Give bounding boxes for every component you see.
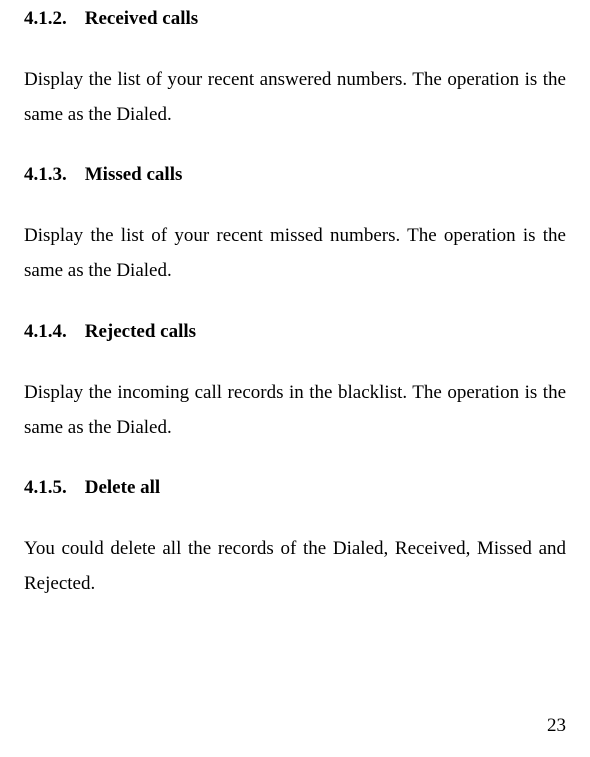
heading: 4.1.3. Missed calls xyxy=(24,164,566,186)
heading-number: 4.1.5. xyxy=(24,477,67,499)
body-text: Display the list of your recent missed n… xyxy=(24,218,566,288)
heading: 4.1.2. Received calls xyxy=(24,8,566,30)
section-received-calls: 4.1.2. Received calls Display the list of… xyxy=(24,8,566,132)
heading-title: Rejected calls xyxy=(85,321,196,342)
body-text: Display the incoming call records in the… xyxy=(24,375,566,445)
heading-title: Delete all xyxy=(85,477,160,498)
section-missed-calls: 4.1.3. Missed calls Display the list of y… xyxy=(24,164,566,288)
page-number: 23 xyxy=(547,715,566,737)
section-rejected-calls: 4.1.4. Rejected calls Display the incomin… xyxy=(24,321,566,445)
heading-number: 4.1.3. xyxy=(24,164,67,186)
section-delete-all: 4.1.5. Delete all You could delete all th… xyxy=(24,477,566,601)
heading: 4.1.4. Rejected calls xyxy=(24,321,566,343)
heading: 4.1.5. Delete all xyxy=(24,477,566,499)
body-text: You could delete all the records of the … xyxy=(24,531,566,601)
heading-title: Missed calls xyxy=(85,164,183,185)
body-text: Display the list of your recent answered… xyxy=(24,62,566,132)
heading-title: Received calls xyxy=(85,8,198,29)
heading-number: 4.1.2. xyxy=(24,8,67,30)
heading-number: 4.1.4. xyxy=(24,321,67,343)
